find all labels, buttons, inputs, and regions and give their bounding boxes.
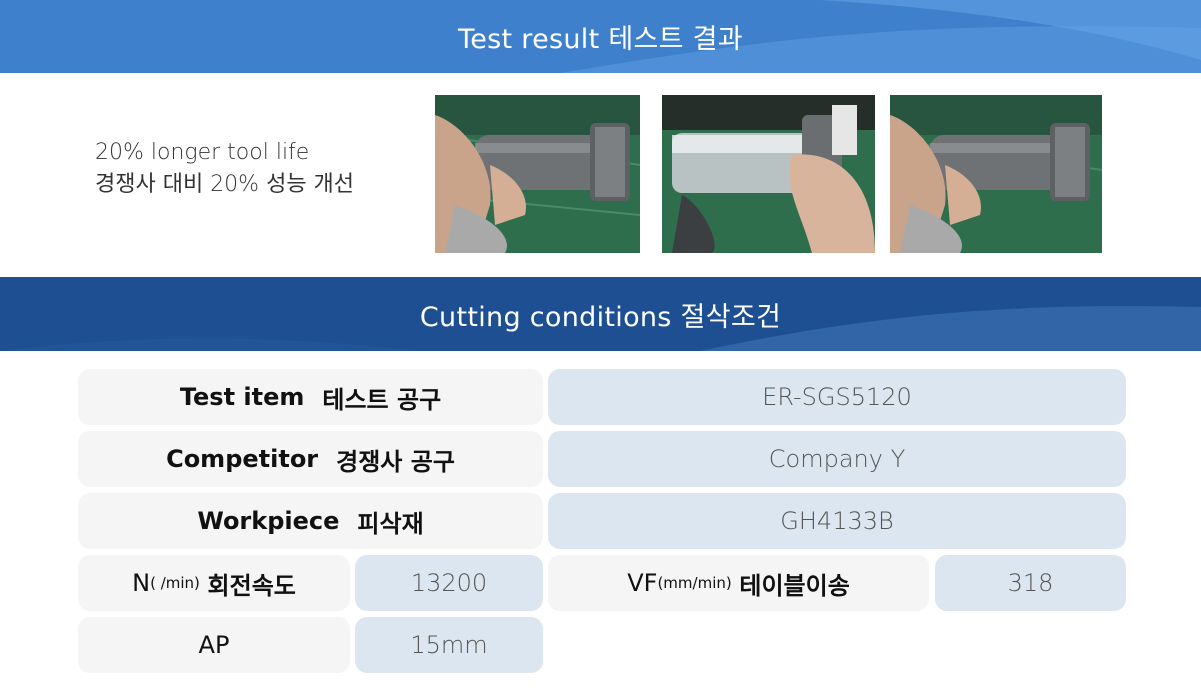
workpiece-label: Workpiece 피삭재 (78, 493, 543, 549)
workpiece-label-ko: 피삭재 (357, 509, 424, 538)
competitor-label-ko: 경쟁사 공구 (336, 447, 455, 476)
workpiece-value: GH4133B (548, 493, 1126, 549)
feed-rate-unit: (mm/min) (657, 574, 732, 592)
test-photo-2 (662, 95, 875, 253)
workpiece-label-en: Workpiece (197, 507, 340, 535)
test-result-title: Test result 테스트 결과 (458, 24, 743, 55)
feed-rate-label-en: VF (627, 569, 658, 597)
result-summary: 20% longer tool life 경쟁사 대비 20% 성능 개선 (95, 137, 354, 201)
cutting-conditions-banner: Cutting conditions 절삭조건 (0, 277, 1201, 351)
ap-value: 15mm (355, 617, 543, 673)
result-line-ko: 경쟁사 대비 20% 성능 개선 (95, 172, 355, 197)
spindle-speed-label-en: N (132, 569, 151, 597)
test-item-value: ER-SGS5120 (548, 369, 1126, 425)
competitor-label-en: Competitor (166, 445, 319, 473)
competitor-value: Company Y (548, 431, 1126, 487)
feed-rate-label: VF (mm/min) 테이블이송 (548, 555, 929, 611)
test-photo-3 (890, 95, 1102, 253)
test-item-label-en: Test item (179, 383, 305, 411)
spindle-speed-value: 13200 (355, 555, 543, 611)
feed-rate-label-ko: 테이블이송 (739, 571, 850, 600)
cutting-conditions-title: Cutting conditions 절삭조건 (419, 301, 782, 333)
feed-rate-value: 318 (935, 555, 1126, 611)
spindle-speed-label-ko: 회전속도 (207, 571, 296, 600)
competitor-label: Competitor 경쟁사 공구 (78, 431, 543, 487)
spindle-speed-label: N( /min) 회전속도 (78, 555, 350, 611)
spindle-speed-unit: ( /min) (150, 574, 200, 592)
result-line-en: 20% longer tool life (95, 140, 310, 165)
test-item-label-ko: 테스트 공구 (322, 385, 442, 414)
test-item-label: Test item 테스트 공구 (78, 369, 543, 425)
ap-label: AP (78, 617, 350, 673)
test-photo-1 (435, 95, 640, 253)
test-result-banner: Test result 테스트 결과 (0, 0, 1201, 73)
